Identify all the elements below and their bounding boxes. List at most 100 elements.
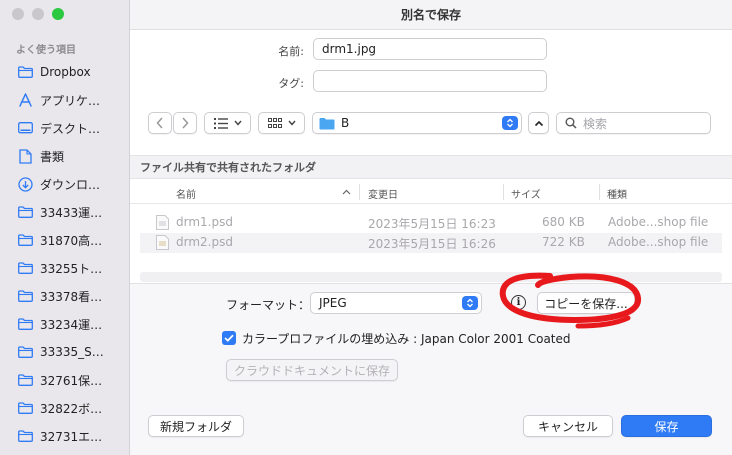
embed-profile-checkbox[interactable] xyxy=(222,331,236,345)
sidebar-item-label: アプリケ… xyxy=(40,93,101,108)
chevron-left-icon xyxy=(156,117,163,129)
sidebar-item-label: 33255ト… xyxy=(40,261,103,276)
section-title: ファイル共有で共有されたフォルダ xyxy=(130,155,732,179)
desktop-icon xyxy=(18,122,33,134)
file-size: 722 KB xyxy=(542,235,585,249)
search-placeholder: 検索 xyxy=(583,116,608,131)
sidebar-item[interactable]: 32731エ… xyxy=(0,422,130,450)
folder-icon xyxy=(18,374,33,386)
chevron-down-icon xyxy=(287,120,296,126)
window-controls xyxy=(12,8,64,20)
forward-button[interactable] xyxy=(173,112,197,134)
grid-view-button[interactable] xyxy=(258,112,305,134)
format-stepper xyxy=(462,296,478,310)
search-field[interactable]: 検索 xyxy=(556,112,711,134)
new-folder-button[interactable]: 新規フォルダ xyxy=(148,415,244,437)
column-divider xyxy=(503,184,504,200)
file-name: drm2.psd xyxy=(176,235,233,249)
sidebar-item-label: 書類 xyxy=(40,149,65,164)
download-icon xyxy=(18,176,33,192)
folder-icon xyxy=(18,206,33,218)
file-size: 680 KB xyxy=(542,215,585,229)
sidebar-item-label: 32731エ… xyxy=(40,429,103,444)
up-down-chevron-icon xyxy=(467,298,473,308)
cancel-button[interactable]: キャンセル xyxy=(523,415,613,437)
psd-file-icon xyxy=(156,235,169,250)
sidebar-item[interactable]: 31870高… xyxy=(0,226,130,254)
close-window-button[interactable] xyxy=(12,8,24,20)
window-title: 別名で保存 xyxy=(130,0,732,30)
sidebar-item[interactable]: 33255ト… xyxy=(0,254,130,282)
sidebar-item[interactable]: 32761保… xyxy=(0,366,130,394)
sidebar-item-label: 33378看… xyxy=(40,289,103,304)
table-row[interactable]: drm1.psd 2023年5月15日 16:23 680 KB Adobe..… xyxy=(140,213,722,233)
sidebar-item[interactable]: 書類 xyxy=(0,142,130,170)
sidebar-item[interactable]: 32822ボ… xyxy=(0,394,130,422)
sidebar-item[interactable]: デスクト… xyxy=(0,114,130,142)
sidebar-item[interactable]: Dropbox xyxy=(0,58,130,86)
grid-view-icon xyxy=(267,117,282,128)
sidebar-item[interactable]: 33378看… xyxy=(0,282,130,310)
cloud-save-button[interactable]: クラウドドキュメントに保存 xyxy=(226,359,398,381)
save-copy-button[interactable]: コピーを保存... xyxy=(537,292,635,314)
column-divider xyxy=(359,184,360,200)
sidebar-item-label: ダウンロ… xyxy=(40,177,101,192)
sidebar-item[interactable]: 33335_S… xyxy=(0,338,130,366)
sidebar-item[interactable]: アプリケ… xyxy=(0,86,130,114)
list-view-button[interactable] xyxy=(204,112,251,134)
location-label: B xyxy=(341,116,350,130)
browser-toolbar: B 検索 xyxy=(148,112,718,134)
sidebar-item-label: 33234運… xyxy=(40,317,103,332)
applications-icon xyxy=(18,93,33,107)
filename-input[interactable] xyxy=(313,38,547,60)
sidebar-item-label: 32822ボ… xyxy=(40,401,103,416)
sidebar-item-label: 33433運… xyxy=(40,205,103,220)
folder-icon xyxy=(18,318,33,330)
sidebar-item-label: 33335_S… xyxy=(40,345,104,359)
folder-icon xyxy=(18,346,33,358)
column-header-modified[interactable]: 変更日 xyxy=(368,186,398,201)
folder-icon xyxy=(18,234,33,246)
folder-icon xyxy=(18,430,33,442)
save-options-panel: フォーマット： JPEG i コピーを保存... カラープロファイルの埋め込み … xyxy=(130,283,732,455)
format-select[interactable]: JPEG xyxy=(310,292,482,314)
folder-icon xyxy=(18,290,33,302)
column-header-size[interactable]: サイズ xyxy=(511,186,541,201)
back-button[interactable] xyxy=(148,112,172,134)
zoom-window-button[interactable] xyxy=(52,8,64,20)
format-value: JPEG xyxy=(319,296,347,310)
sidebar-item[interactable]: 33433運… xyxy=(0,198,130,226)
minimize-window-button[interactable] xyxy=(32,8,44,20)
sidebar-item-label: デスクト… xyxy=(40,121,101,136)
save-button[interactable]: 保存 xyxy=(621,415,712,437)
chevron-right-icon xyxy=(182,117,189,129)
location-stepper xyxy=(502,116,518,130)
column-header-kind[interactable]: 種類 xyxy=(607,186,627,201)
column-divider xyxy=(599,184,600,200)
tags-label: タグ: xyxy=(278,77,304,90)
horizontal-scrollbar[interactable] xyxy=(140,272,722,282)
up-down-chevron-icon xyxy=(507,118,513,128)
sidebar-heading: よく使う項目 xyxy=(16,45,76,56)
sidebar-list: Dropbox アプリケ… デスクト… 書類ダウンロ… 33433運… 31870高… 33… xyxy=(0,58,130,450)
chevron-down-icon xyxy=(233,120,242,126)
sidebar: よく使う項目 Dropbox アプリケ… デスクト… 書類ダウンロ… 33433運… 31… xyxy=(0,0,130,455)
file-kind: Adobe...shop file xyxy=(608,235,709,249)
search-icon xyxy=(565,117,577,129)
table-row[interactable]: drm2.psd 2023年5月15日 16:26 722 KB Adobe..… xyxy=(140,233,722,253)
sidebar-item-label: Dropbox xyxy=(40,65,91,79)
location-select[interactable]: B xyxy=(312,112,522,134)
collapse-button[interactable] xyxy=(528,112,549,134)
folder-icon xyxy=(18,66,33,78)
column-header-name[interactable]: 名前 xyxy=(176,186,196,201)
psd-file-icon xyxy=(156,215,169,230)
checkmark-icon xyxy=(224,334,234,342)
file-modified: 2023年5月15日 16:26 xyxy=(368,237,496,251)
tags-input[interactable] xyxy=(313,70,547,92)
sidebar-item[interactable]: 33234運… xyxy=(0,310,130,338)
info-icon[interactable]: i xyxy=(511,295,526,310)
file-name: drm1.psd xyxy=(176,215,233,229)
file-kind: Adobe...shop file xyxy=(608,215,709,229)
file-modified: 2023年5月15日 16:23 xyxy=(368,217,496,231)
sidebar-item[interactable]: ダウンロ… xyxy=(0,170,130,198)
